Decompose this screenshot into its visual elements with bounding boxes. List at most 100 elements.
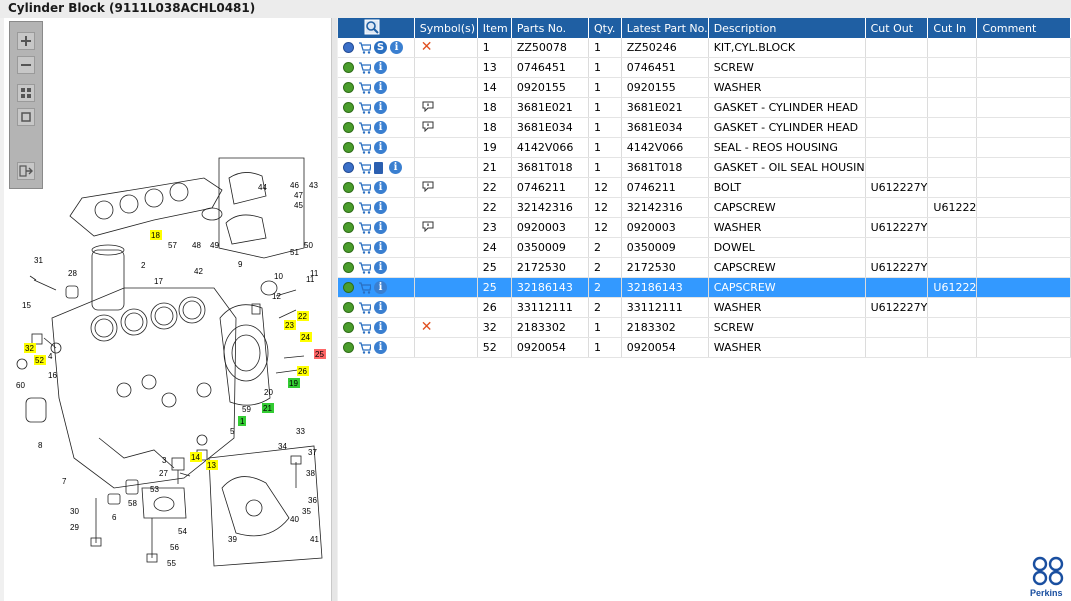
svg-text:27: 27	[159, 469, 168, 478]
cart-icon[interactable]	[358, 81, 371, 94]
note-bubble-icon[interactable]	[421, 120, 434, 132]
cart-icon[interactable]	[358, 121, 371, 134]
gear-icon[interactable]	[344, 263, 353, 273]
cart-icon[interactable]	[358, 241, 371, 254]
info-icon[interactable]: i	[374, 61, 387, 75]
gear-icon[interactable]	[344, 103, 353, 113]
info-icon[interactable]: i	[374, 221, 387, 235]
gear-icon[interactable]	[344, 223, 353, 233]
column-header[interactable]: Cut In	[927, 18, 978, 38]
note-bubble-icon[interactable]	[421, 180, 434, 192]
table-row[interactable]: i 26 33112111 2 33112111 WASHER U612227Y	[338, 297, 1071, 318]
cart-icon[interactable]	[358, 281, 371, 294]
table-row[interactable]: i 24 0350009 2 0350009 DOWEL	[338, 237, 1071, 258]
table-row[interactable]: Si ✕ 1 ZZ50078 1 ZZ50246 KIT,CYL.BLOCK	[338, 38, 1071, 58]
column-header[interactable]: Symbol(s)	[414, 18, 478, 38]
gear-icon[interactable]	[344, 123, 353, 133]
svg-text:47: 47	[294, 191, 303, 200]
info-icon[interactable]: i	[374, 201, 387, 215]
pane-splitter[interactable]	[332, 18, 337, 601]
info-icon[interactable]: i	[374, 321, 387, 335]
column-header[interactable]: Parts No.	[511, 18, 589, 38]
table-row[interactable]: i 22 32142316 12 32142316 CAPSCREW U61222	[338, 197, 1071, 218]
search-parts-icon[interactable]	[364, 19, 380, 35]
column-header[interactable]: Item	[477, 18, 512, 38]
info-icon[interactable]: i	[374, 341, 387, 355]
gear-blue-icon[interactable]	[344, 163, 353, 173]
cart-icon[interactable]	[358, 341, 371, 354]
info-icon[interactable]: i	[374, 101, 387, 115]
table-row[interactable]: i 14 0920155 1 0920155 WASHER	[338, 77, 1071, 98]
gear-icon[interactable]	[344, 183, 353, 193]
cell-cutin	[927, 217, 978, 238]
table-row[interactable]: i ✕ 32 2183302 1 2183302 SCREW	[338, 317, 1071, 338]
supersession-icon[interactable]: S	[374, 41, 387, 55]
row-action-icons: i	[338, 197, 415, 218]
gear-icon[interactable]	[344, 83, 353, 93]
cart-icon[interactable]	[358, 141, 371, 154]
cell-part: 0920003	[511, 217, 589, 238]
cart-icon[interactable]	[358, 201, 371, 214]
info-icon[interactable]: i	[390, 41, 403, 55]
info-icon[interactable]: i	[374, 181, 387, 195]
table-row[interactable]: i 18 3681E034 1 3681E034 GASKET - CYLINDER HE…	[338, 117, 1071, 138]
cell-qty: 1	[588, 337, 622, 358]
info-icon[interactable]: i	[374, 241, 387, 255]
symbol-cell	[414, 237, 478, 258]
svg-text:14: 14	[191, 453, 200, 462]
note-bubble-icon[interactable]	[421, 100, 434, 112]
book-icon[interactable]	[374, 161, 383, 174]
info-icon[interactable]: i	[374, 141, 387, 155]
svg-text:23: 23	[285, 321, 294, 330]
table-row[interactable]: i 13 0746451 1 0746451 SCREW	[338, 57, 1071, 78]
cart-icon[interactable]	[358, 181, 371, 194]
table-row[interactable]: i 22 0746211 12 0746211 BOLT U612227Y	[338, 177, 1071, 198]
diagram-pane[interactable]: 31 28 2 57 17 9 10 11 12 15 16 4 60 8 7 30 29 6 58 53…	[4, 18, 332, 601]
row-action-icons: i	[338, 177, 415, 198]
gear-blue-icon[interactable]	[344, 43, 353, 53]
gear-icon[interactable]	[344, 303, 353, 313]
column-header-actions[interactable]	[338, 18, 415, 38]
table-row[interactable]: i 52 0920054 1 0920054 WASHER	[338, 337, 1071, 358]
cart-icon[interactable]	[358, 101, 371, 114]
column-header[interactable]: Qty.	[588, 18, 622, 38]
gear-icon[interactable]	[344, 63, 353, 73]
table-row[interactable]: i 19 4142V066 1 4142V066 SEAL - REOS HOUSING	[338, 137, 1071, 158]
svg-text:55: 55	[167, 559, 176, 568]
exploded-parts-drawing[interactable]: 31282 57179 10 1112 15164 6087 30296 5853…	[4, 18, 331, 601]
gear-icon[interactable]	[344, 203, 353, 213]
cart-icon[interactable]	[358, 321, 371, 334]
cart-icon[interactable]	[358, 41, 371, 54]
cell-comment	[976, 197, 1071, 218]
cart-icon[interactable]	[358, 221, 371, 234]
column-header[interactable]: Description	[708, 18, 866, 38]
info-icon[interactable]: i	[374, 121, 387, 135]
info-icon[interactable]: i	[374, 281, 387, 295]
info-icon[interactable]: i	[374, 301, 387, 315]
info-icon[interactable]: i	[374, 81, 387, 95]
info-icon[interactable]: i	[389, 161, 402, 175]
table-row[interactable]: i 25 32186143 2 32186143 CAPSCREW U61222	[338, 277, 1071, 298]
cell-qty: 2	[588, 257, 622, 278]
gear-icon[interactable]	[344, 343, 353, 353]
cell-latest: 0920054	[621, 337, 709, 358]
note-bubble-icon[interactable]	[421, 220, 434, 232]
column-header[interactable]: Cut Out	[865, 18, 929, 38]
cart-icon[interactable]	[358, 161, 371, 174]
column-header[interactable]: Comment	[976, 18, 1071, 38]
column-header[interactable]: Latest Part No.	[621, 18, 709, 38]
cart-icon[interactable]	[358, 301, 371, 314]
gear-icon[interactable]	[344, 283, 353, 293]
table-row[interactable]: i 23 0920003 12 0920003 WASHER U612227Y	[338, 217, 1071, 238]
table-row[interactable]: i 25 2172530 2 2172530 CAPSCREW U612227Y	[338, 257, 1071, 278]
cell-comment	[976, 257, 1071, 278]
gear-icon[interactable]	[344, 323, 353, 333]
cart-icon[interactable]	[358, 61, 371, 74]
gear-icon[interactable]	[344, 143, 353, 153]
cart-icon[interactable]	[358, 261, 371, 274]
table-row[interactable]: i 21 3681T018 1 3681T018 GASKET - OIL SEAL HO…	[338, 157, 1071, 178]
info-icon[interactable]: i	[374, 261, 387, 275]
table-row[interactable]: i 18 3681E021 1 3681E021 GASKET - CYLINDER HE…	[338, 97, 1071, 118]
gear-icon[interactable]	[344, 243, 353, 253]
cell-desc: WASHER	[708, 297, 866, 318]
